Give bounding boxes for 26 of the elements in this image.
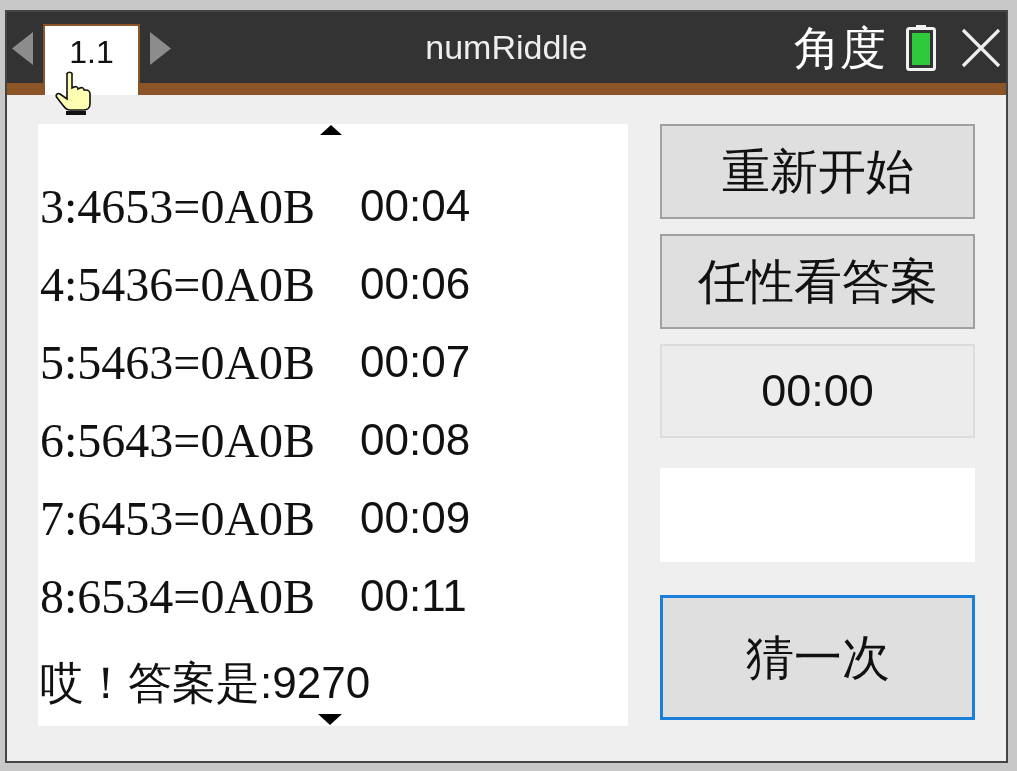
show-answer-button[interactable]: 任性看答案 — [660, 234, 975, 329]
window-title: numRiddle — [425, 27, 588, 68]
guess-time: 00:11 — [360, 571, 467, 621]
guess-time: 00:08 — [360, 415, 471, 465]
guess-entry: 7:6453=0A0B — [40, 490, 316, 546]
guess-time: 00:04 — [360, 181, 471, 231]
scroll-down-icon — [318, 714, 342, 725]
guess-entry: 6:5643=0A0B — [40, 412, 316, 468]
battery-icon — [906, 24, 936, 71]
guess-time: 00:09 — [360, 493, 471, 543]
hand-cursor-icon — [55, 71, 93, 115]
left-arrow-icon[interactable] — [12, 32, 33, 65]
guess-entry: 8:6534=0A0B — [40, 568, 316, 624]
guess-time: 00:07 — [360, 337, 471, 387]
guess-button[interactable]: 猜一次 — [660, 595, 975, 720]
guess-entry: 3:4653=0A0B — [40, 178, 316, 234]
guess-entry: 5:5463=0A0B — [40, 334, 316, 390]
answer-message: 哎！答案是:9270 — [40, 656, 371, 709]
guess-entry: 4:5436=0A0B — [40, 256, 316, 312]
guess-time: 00:06 — [360, 259, 471, 309]
right-arrow-icon[interactable] — [150, 32, 171, 65]
angle-mode-label: 角度 — [794, 20, 886, 76]
close-icon[interactable] — [961, 27, 1001, 68]
scroll-up-icon — [320, 125, 342, 135]
timer-display: 00:00 — [660, 344, 975, 438]
restart-button[interactable]: 重新开始 — [660, 124, 975, 219]
